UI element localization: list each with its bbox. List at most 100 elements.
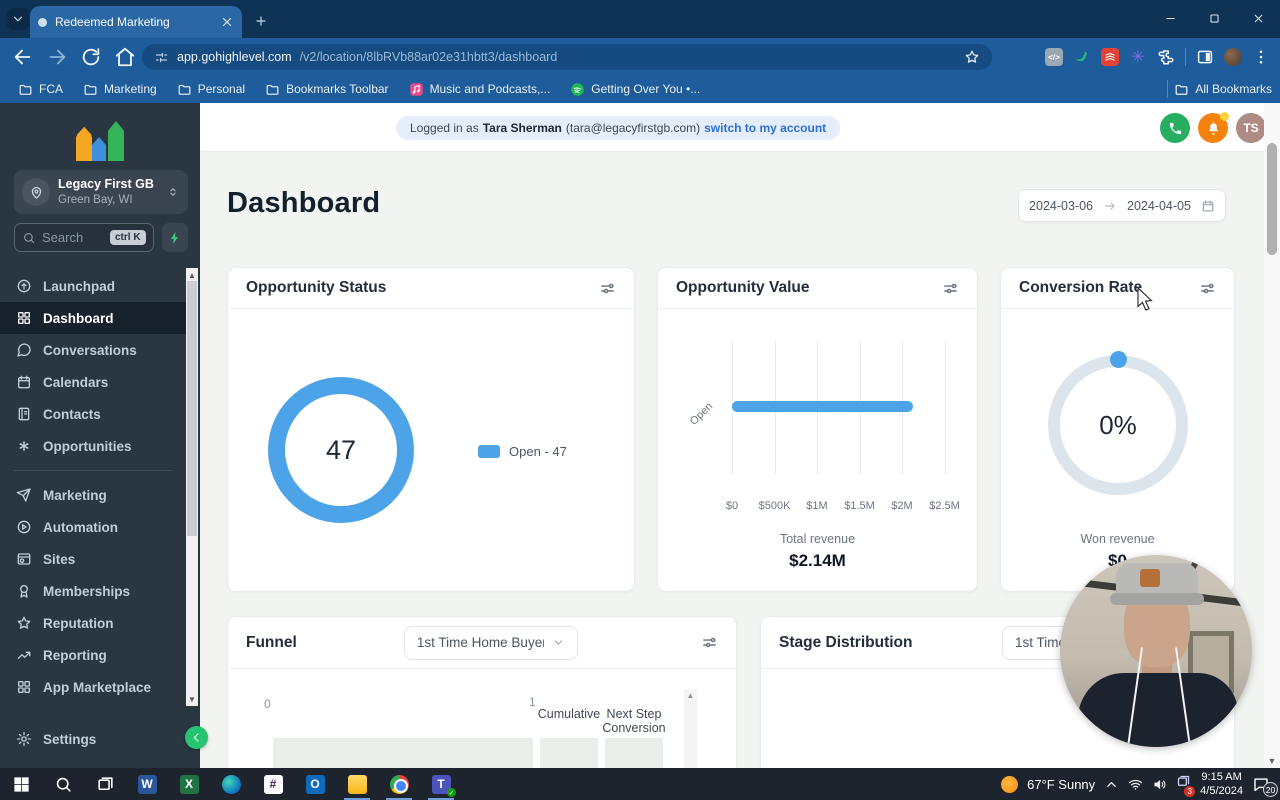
bookmark-item[interactable]: Music and Podcasts,... [401,79,559,100]
scroll-up-arrow[interactable]: ▲ [684,689,697,700]
user-avatar[interactable]: TS [1236,113,1264,143]
medal-icon [16,583,32,599]
bird-extension-icon[interactable] [1073,48,1091,66]
legend-swatch [478,445,500,458]
launchpad-icon [16,278,32,294]
open-value-bar [732,401,913,412]
bookmarks-divider [1167,80,1169,98]
chevron-down-icon [552,636,565,649]
slack-button[interactable]: # [252,768,294,800]
browser-tab[interactable]: Redeemed Marketing [30,6,242,38]
weather-text[interactable]: 67°F Sunny [1027,777,1095,792]
wifi-icon[interactable] [1128,777,1143,792]
outlook-icon: O [305,774,325,794]
date-range-picker[interactable]: 2024-03-06 2024-04-05 [1018,189,1226,222]
chrome-button[interactable] [378,768,420,800]
edge-button[interactable] [210,768,252,800]
filter-sliders-icon[interactable] [599,280,616,297]
bookmarks-bar: FCA Marketing Personal Bookmarks Toolbar Mus… [0,75,1280,103]
task-view-button[interactable] [84,768,126,800]
scroll-down-arrow[interactable]: ▼ [1264,756,1280,766]
burst-extension-icon[interactable]: ✳ [1129,48,1147,66]
bookmark-star-icon[interactable] [964,49,980,65]
sidebar-item-label: Conversations [43,342,137,358]
start-button[interactable] [0,768,42,800]
sidebar-item-marketing[interactable]: Marketing [0,479,186,511]
funnel-inner-scrollbar[interactable]: ▲ [684,689,697,768]
browser-profile-avatar[interactable] [1224,48,1242,66]
page-scroll-thumb[interactable] [1267,143,1277,255]
bookmark-item[interactable]: Personal [169,79,253,100]
all-bookmarks-button[interactable]: All Bookmarks [1167,75,1272,103]
sidebar-item-opportunities[interactable]: Opportunities [0,430,186,462]
new-tab-button[interactable] [250,10,272,32]
folder-icon [18,82,33,97]
sidebar-item-settings[interactable]: Settings [0,723,186,755]
sidebar-item-app-marketplace[interactable]: App Marketplace [0,671,186,703]
sidebar-scroll-thumb[interactable] [187,281,197,536]
phone-button[interactable] [1160,113,1190,143]
sidebar-item-launchpad[interactable]: Launchpad [0,270,186,302]
teams-button[interactable]: T ✓ [420,768,462,800]
notifications-button[interactable] [1198,112,1229,143]
quick-actions-button[interactable] [162,223,188,252]
todoist-extension-icon[interactable] [1101,48,1119,66]
sidebar-item-conversations[interactable]: Conversations [0,334,186,366]
sidebar-item-dashboard[interactable]: Dashboard [0,302,186,334]
sidebar-item-contacts[interactable]: Contacts [0,398,186,430]
browser-menu-icon[interactable] [1252,48,1270,66]
donut-marker-dot [1110,351,1127,368]
weather-sun-icon[interactable] [1001,775,1019,793]
taskbar-search-button[interactable] [42,768,84,800]
switch-account-link[interactable]: switch to my account [704,121,826,135]
scroll-down-arrow[interactable]: ▼ [186,693,198,705]
excel-button[interactable]: X [168,768,210,800]
filter-sliders-icon[interactable] [1199,280,1216,297]
sidebar-item-reporting[interactable]: Reporting [0,639,186,671]
word-button[interactable]: W [126,768,168,800]
address-bar[interactable]: app.gohighlevel.com /v2/location/8lbRVb8… [142,44,992,70]
tab-close-icon[interactable] [220,15,234,29]
search-input[interactable] [42,230,104,245]
sidebar-item-reputation[interactable]: Reputation [0,607,186,639]
window-close-button[interactable] [1236,0,1280,36]
window-minimize-button[interactable] [1148,0,1192,36]
sidebar-item-calendars[interactable]: Calendars [0,366,186,398]
filter-sliders-icon[interactable] [942,280,959,297]
side-panel-icon[interactable] [1196,48,1214,66]
file-explorer-button[interactable] [336,768,378,800]
sidebar-search[interactable]: ctrl K [14,223,154,252]
reload-button[interactable] [80,46,102,68]
tab-search-button[interactable] [7,8,29,30]
tray-expand-icon[interactable] [1104,777,1119,792]
action-center-button[interactable]: 20 [1252,775,1278,797]
volume-icon[interactable] [1152,777,1167,792]
extensions-row: </> ✳ [1045,44,1270,70]
clock[interactable]: 9:15 AM 4/5/2024 [1200,770,1243,799]
teams-tray-icon[interactable]: 3 [1176,774,1196,797]
bookmark-item[interactable]: Getting Over You •... [562,79,708,100]
forward-button[interactable] [46,46,68,68]
bookmark-item[interactable]: Bookmarks Toolbar [257,79,397,100]
sidebar-scrollbar[interactable]: ▲ ▼ [186,268,198,706]
bookmark-item[interactable]: FCA [10,79,71,100]
funnel-pipeline-dropdown[interactable]: 1st Time Home Buyer [403,625,578,660]
window-maximize-button[interactable] [1192,0,1236,36]
home-button[interactable] [114,46,136,68]
sidebar-item-automation[interactable]: Automation [0,511,186,543]
extensions-puzzle-icon[interactable] [1157,48,1175,66]
outlook-button[interactable]: O [294,768,336,800]
music-icon [409,82,424,97]
gear-icon [16,731,32,747]
site-info-icon[interactable] [154,50,169,65]
back-button[interactable] [12,46,34,68]
sidebar-collapse-button[interactable] [185,726,208,749]
devtools-extension-icon[interactable]: </> [1045,48,1063,66]
account-switcher[interactable]: Legacy First GB Green Bay, WI [14,170,188,214]
filter-sliders-icon[interactable] [701,634,718,651]
sidebar-item-sites[interactable]: Sites [0,543,186,575]
scroll-up-arrow[interactable]: ▲ [186,269,198,281]
sidebar-item-memberships[interactable]: Memberships [0,575,186,607]
bookmark-item[interactable]: Marketing [75,79,165,100]
page-scrollbar[interactable]: ▼ [1264,103,1280,768]
